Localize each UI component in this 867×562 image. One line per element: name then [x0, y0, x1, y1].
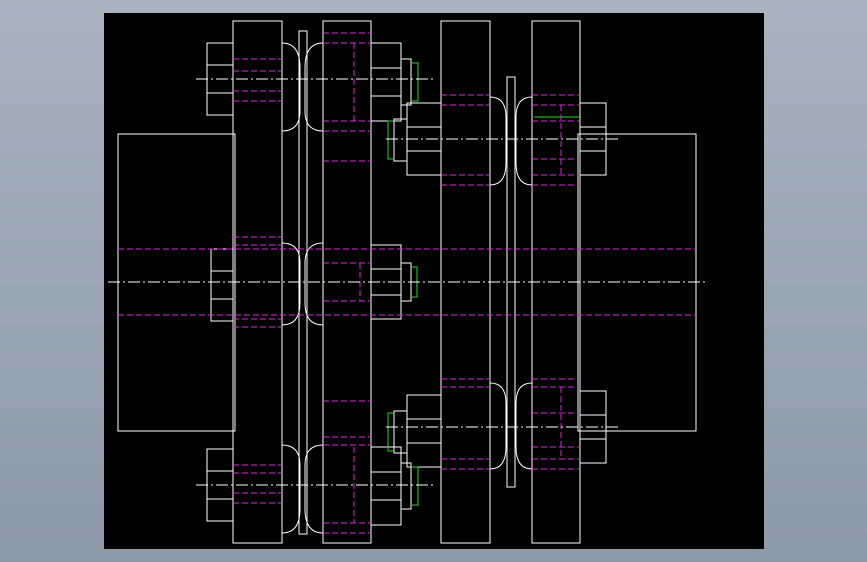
cad-viewport[interactable]	[104, 13, 764, 549]
thread-ends	[387, 62, 580, 506]
nuts-center	[393, 102, 607, 468]
coupling-drawing	[108, 20, 706, 544]
